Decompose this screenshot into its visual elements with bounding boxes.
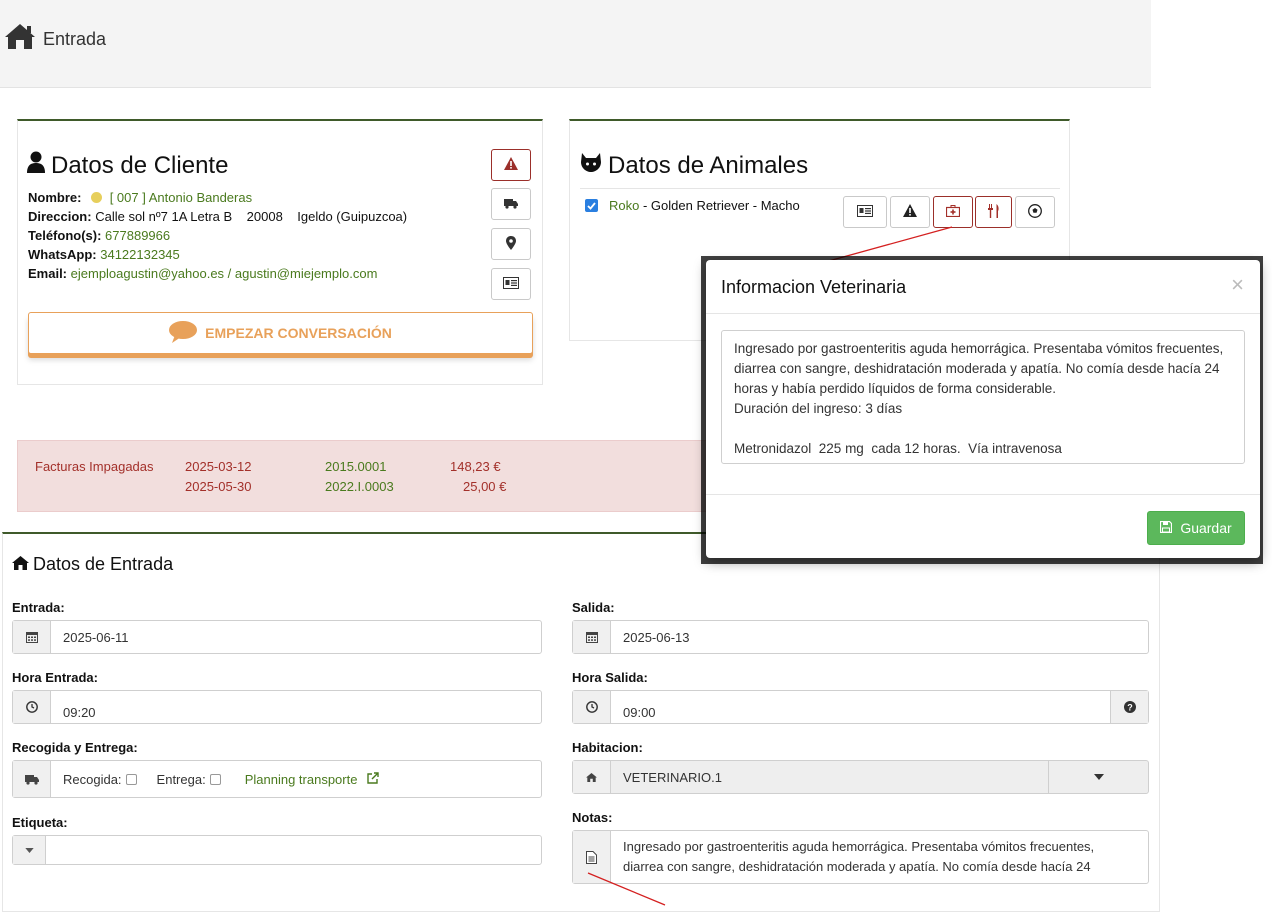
client-alert-button[interactable] [491, 149, 531, 181]
client-location-button[interactable] [491, 228, 531, 260]
truck-icon [504, 197, 518, 212]
user-icon [27, 151, 45, 180]
client-card-button[interactable] [491, 268, 531, 300]
entrada-title: Datos de Entrada [12, 554, 173, 575]
invoice-date: 2025-03-12 [185, 459, 252, 474]
phone-link[interactable]: 677889966 [105, 228, 170, 243]
recogida-label: Recogida y Entrega: [12, 740, 138, 755]
veterinary-info-button[interactable] [933, 196, 973, 228]
client-email-row: Email: ejemploagustin@yahoo.es / agustin… [28, 266, 378, 281]
invoice-amount: 25,00 € [463, 479, 507, 494]
animal-checkbox[interactable] [585, 199, 598, 212]
entrada-label: Entrada: [12, 600, 65, 615]
github-cat-icon [580, 152, 602, 180]
client-phone-row: Teléfono(s): 677889966 [28, 228, 171, 243]
truck-icon [13, 761, 51, 797]
salida-date-field[interactable]: 2025-06-13 [572, 620, 1149, 654]
save-button[interactable]: Guardar [1147, 511, 1245, 545]
recogida-text: Recogida: [63, 771, 122, 787]
file-text-icon [573, 831, 611, 883]
start-conversation-button[interactable]: EMPEZAR CONVERSACIÓN [28, 312, 533, 354]
caret-down-icon[interactable] [1048, 761, 1148, 793]
external-link-icon[interactable] [367, 771, 380, 787]
svg-text:?: ? [1127, 702, 1133, 712]
habitacion-value: VETERINARIO.1 [623, 769, 722, 785]
modal-title: Informacion Veterinaria [721, 277, 907, 297]
page-title: Entrada [43, 29, 107, 49]
warning-icon [504, 157, 518, 173]
invoice-amount: 148,23 € [450, 459, 501, 474]
chat-bubble-icon [169, 320, 198, 346]
entrega-checkbox[interactable] [209, 773, 221, 785]
notas-field[interactable]: Ingresado por gastroenteritis aguda hemo… [572, 830, 1149, 884]
habitacion-label: Habitacion: [572, 740, 643, 755]
hora-entrada-value: 09:20 [63, 705, 96, 720]
client-name-link[interactable]: [ 007 ] Antonio Banderas [110, 190, 252, 205]
animal-alert-button[interactable] [890, 196, 930, 228]
hora-salida-field[interactable]: 09:00 ? [572, 690, 1149, 724]
clock-icon [573, 691, 611, 723]
cutlery-icon [987, 203, 1000, 221]
invoice-number-link[interactable]: 2015.0001 [325, 459, 386, 474]
hora-salida-value: 09:00 [623, 705, 656, 720]
caret-down-icon[interactable] [13, 836, 46, 864]
calendar-icon [573, 621, 611, 653]
animal-description: - Golden Retriever - Macho [639, 198, 800, 213]
top-bar: Entrada [0, 0, 1151, 88]
medkit-icon [945, 204, 961, 220]
unpaid-label: Facturas Impagadas [35, 459, 154, 474]
feeding-button[interactable] [975, 196, 1012, 228]
id-card-icon [857, 204, 873, 220]
notas-label: Notas: [572, 810, 613, 825]
animal-card-button[interactable] [843, 196, 887, 228]
home-icon[interactable] [4, 22, 36, 53]
habitacion-select[interactable]: VETERINARIO.1 [572, 760, 1149, 794]
help-icon[interactable]: ? [1110, 691, 1148, 723]
toys-button[interactable] [1015, 196, 1055, 228]
veterinary-info-modal: Informacion Veterinaria × Ingresado por … [706, 260, 1260, 558]
id-card-icon [503, 276, 519, 292]
email-link[interactable]: ejemploagustin@yahoo.es / agustin@miejem… [71, 266, 378, 281]
entrada-date-value: 2025-06-11 [63, 629, 129, 645]
etiqueta-label: Etiqueta: [12, 815, 68, 830]
entrega-text: Entrega: [156, 771, 206, 787]
hora-entrada-label: Hora Entrada: [12, 670, 98, 685]
clock-icon [13, 691, 51, 723]
veterinary-info-textarea[interactable]: Ingresado por gastroenteritis aguda hemo… [721, 330, 1245, 464]
cliente-title: Datos de Cliente [27, 151, 228, 180]
home-icon [12, 554, 29, 575]
notas-textarea[interactable]: Ingresado por gastroenteritis aguda hemo… [611, 831, 1148, 883]
close-icon[interactable]: × [1231, 272, 1244, 298]
client-transport-button[interactable] [491, 188, 531, 220]
etiqueta-select[interactable] [12, 835, 542, 865]
cliente-panel: Datos de Cliente Nombre: [ 007 ] Antonio… [17, 119, 543, 385]
client-name-row: Nombre: [ 007 ] Antonio Banderas [28, 190, 253, 205]
animal-name-link[interactable]: Roko [609, 198, 639, 213]
client-address-row: Direccion: Calle sol nº7 1A Letra B 2000… [28, 209, 408, 224]
soccer-ball-icon [1028, 203, 1042, 221]
map-marker-icon [506, 235, 516, 253]
whatsapp-link[interactable]: 34122132345 [100, 247, 180, 262]
unpaid-invoices-alert: Facturas Impagadas 2025-03-12 2015.0001 … [17, 440, 717, 512]
client-whatsapp-row: WhatsApp: 34122132345 [28, 247, 180, 262]
hora-salida-label: Hora Salida: [572, 670, 648, 685]
hora-entrada-field[interactable]: 09:20 [12, 690, 542, 724]
calendar-icon [13, 621, 51, 653]
salida-date-value: 2025-06-13 [623, 629, 690, 645]
salida-label: Salida: [572, 600, 615, 615]
recogida-field: Recogida: Entrega: Planning transporte [12, 760, 542, 798]
entrada-date-field[interactable]: 2025-06-11 [12, 620, 542, 654]
animales-title: Datos de Animales [580, 152, 808, 180]
recogida-checkbox[interactable] [125, 773, 137, 785]
home-icon [573, 761, 611, 793]
planning-transporte-link[interactable]: Planning transporte [245, 772, 358, 787]
floppy-disk-icon [1160, 520, 1173, 536]
warning-icon [903, 204, 917, 220]
animal-row: Roko - Golden Retriever - Macho [585, 198, 800, 213]
invoice-date: 2025-05-30 [185, 479, 252, 494]
invoice-number-link[interactable]: 2022.I.0003 [325, 479, 394, 494]
status-dot [91, 192, 103, 203]
